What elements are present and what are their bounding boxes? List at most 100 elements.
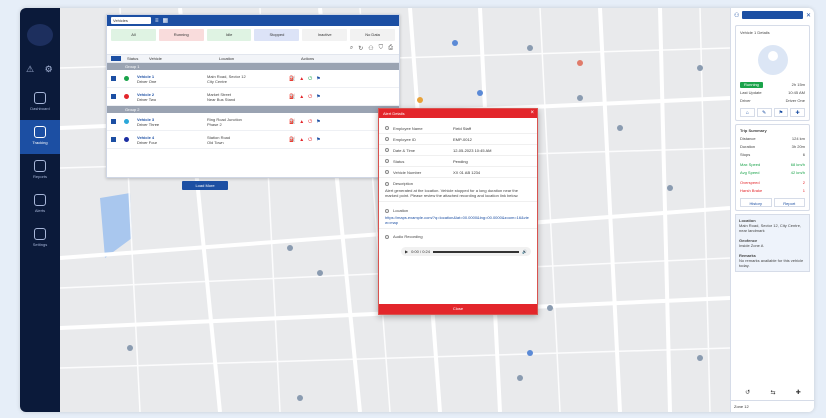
ignition-icon[interactable]: ⏻ <box>308 94 312 100</box>
panel-tools: ⌕ ↻ ⚇ ⛉ ⎙ <box>107 44 399 54</box>
table-row[interactable]: Vehicle 4 Driver Four Station Road Old Tow… <box>107 131 399 149</box>
fuel-icon[interactable]: ⛽ <box>289 137 295 143</box>
nav-item-tracking[interactable]: Tracking <box>20 120 60 154</box>
id-icon <box>385 137 389 141</box>
field-value: Pending <box>453 158 468 164</box>
detail-value: Driver One <box>785 98 805 103</box>
search-icon[interactable]: ⌕ <box>350 45 353 53</box>
app-window: ⚠ ⚙ Dashboard Tracking Reports Alerts Se… <box>20 8 814 412</box>
column-vehicle: Vehicle <box>149 56 162 61</box>
vehicle-address-line2: City Centre <box>207 78 228 84</box>
edit-action-button[interactable]: ✎ <box>756 108 772 117</box>
field-label: Status <box>393 158 405 164</box>
fuel-icon[interactable]: ⛽ <box>289 119 295 125</box>
status-tab-running[interactable]: Running <box>158 29 204 41</box>
row-action-icons: ⛽ ▲ ⏻ ⚑ <box>289 137 321 143</box>
row-checkbox[interactable] <box>111 137 116 142</box>
table-row[interactable]: Vehicle 3 Driver Three Ring Road Junction… <box>107 113 399 131</box>
signal-icon[interactable]: ⚑ <box>316 119 320 125</box>
alert-icon[interactable]: ▲ <box>299 119 304 125</box>
dashboard-icon <box>34 92 46 104</box>
nav-item-alerts[interactable]: Alerts <box>20 188 60 222</box>
grid-view-icon[interactable]: ▦ <box>163 17 169 24</box>
nav-utility-icons[interactable]: ⚠ ⚙ <box>26 64 57 75</box>
audio-progress-fill <box>432 250 494 253</box>
list-view-icon[interactable]: ≡ <box>155 18 159 24</box>
footer-text: Zone 12 <box>734 404 749 409</box>
ignition-icon[interactable]: ⏻ <box>308 137 312 143</box>
close-icon[interactable]: ✕ <box>806 12 811 19</box>
refresh-icon[interactable]: ↺ <box>745 389 750 396</box>
vehicle-group[interactable]: Group 1 <box>107 63 399 70</box>
vehicle-address-line2: Phase 2 <box>207 121 222 127</box>
history-button[interactable]: History <box>740 198 772 207</box>
row-checkbox[interactable] <box>111 76 116 81</box>
home-action-button[interactable]: ⌂ <box>740 108 755 117</box>
column-location: Location <box>219 56 235 61</box>
add-action-button[interactable]: ✚ <box>790 108 805 117</box>
status-dot <box>124 76 129 81</box>
note-icon <box>385 181 389 186</box>
export-icon[interactable]: ⎙ <box>388 45 393 53</box>
status-tab-all[interactable]: All <box>111 29 156 41</box>
status-tab-nodata[interactable]: No Data <box>350 29 395 41</box>
flag-action-button[interactable]: ⚑ <box>773 108 789 117</box>
signal-icon[interactable]: ⚑ <box>316 76 320 82</box>
row-action-icons: ⛽ ▲ ⏻ ⚑ <box>289 119 321 125</box>
nav-item-dashboard[interactable]: Dashboard <box>20 86 60 120</box>
swap-icon[interactable]: ⇆ <box>770 389 775 396</box>
status-tab-inactive[interactable]: Inactive <box>302 29 348 41</box>
user-icon[interactable]: ⚇ <box>734 12 739 19</box>
nav-item-reports[interactable]: Reports <box>20 154 60 188</box>
stat-value: 3h 20m <box>791 144 805 149</box>
audio-progress[interactable] <box>432 250 520 253</box>
status-tab-stopped[interactable]: Stopped <box>254 29 300 41</box>
select-all-checkbox[interactable] <box>111 56 121 61</box>
load-more-button[interactable]: Load More <box>182 181 228 190</box>
avatar <box>757 45 788 75</box>
alert-icon[interactable]: ▲ <box>299 137 304 143</box>
user-icon[interactable]: ⚇ <box>368 45 373 53</box>
volume-icon[interactable]: 🔊 <box>522 249 527 254</box>
info-text: Main Road, Sector 12, City Centre, near … <box>739 223 802 233</box>
alert-icon[interactable]: ▲ <box>299 76 304 82</box>
stat-value: 6 <box>802 152 805 157</box>
vehicle-list-panel: Vehicles ≡ ▦ All Running Idle Stopped In… <box>106 14 400 178</box>
location-block: Location https://maps.example.com/?q=loc… <box>379 202 537 229</box>
field-value: EMP-0012 <box>453 136 472 142</box>
table-row[interactable]: Vehicle 2 Driver Two Market Street Near Bu… <box>107 88 399 106</box>
filter-icon[interactable]: ⛉ <box>379 45 384 53</box>
description-text: Alert generated at the location. Vehicle… <box>385 188 519 198</box>
close-button[interactable]: Close <box>379 304 537 314</box>
signal-icon[interactable]: ⚑ <box>316 137 320 143</box>
ignition-icon[interactable]: ⏻ <box>308 76 312 82</box>
fuel-icon[interactable]: ⛽ <box>289 94 295 100</box>
status-tab-idle[interactable]: Idle <box>206 29 252 41</box>
app-logo <box>27 24 53 46</box>
tracking-icon <box>34 126 46 138</box>
play-icon[interactable]: ▶ <box>405 249 408 254</box>
vehicle-select[interactable] <box>742 11 803 19</box>
refresh-icon[interactable]: ↻ <box>358 45 363 53</box>
field-label: Employee Name <box>393 125 423 131</box>
location-link[interactable]: https://maps.example.com/?q=location&lat… <box>385 215 531 225</box>
row-checkbox[interactable] <box>111 94 116 99</box>
report-button[interactable]: Report <box>773 198 805 207</box>
alert-icon[interactable]: ▲ <box>299 94 304 100</box>
status-dot <box>124 137 129 142</box>
stat-key: Distance <box>740 136 756 141</box>
nav-item-settings[interactable]: Settings <box>20 222 60 256</box>
speed-key: Max Speed <box>740 162 761 167</box>
row-checkbox[interactable] <box>111 119 116 124</box>
close-icon[interactable]: × <box>530 109 534 118</box>
stat-key: Duration <box>740 144 756 149</box>
ignition-icon[interactable]: ⏻ <box>308 119 312 125</box>
vehicle-panel-header: Vehicles ≡ ▦ <box>107 15 399 26</box>
map-canvas[interactable]: Vehicles ≡ ▦ All Running Idle Stopped In… <box>60 8 730 412</box>
table-row[interactable]: Vehicle 1 Driver One Main Road, Sector 12… <box>107 70 399 88</box>
add-icon[interactable]: ✚ <box>796 389 801 396</box>
vehicle-panel-title[interactable]: Vehicles <box>111 17 151 24</box>
signal-icon[interactable]: ⚑ <box>316 94 320 100</box>
fuel-icon[interactable]: ⛽ <box>289 76 295 82</box>
vehicle-group[interactable]: Group 2 <box>107 106 399 113</box>
